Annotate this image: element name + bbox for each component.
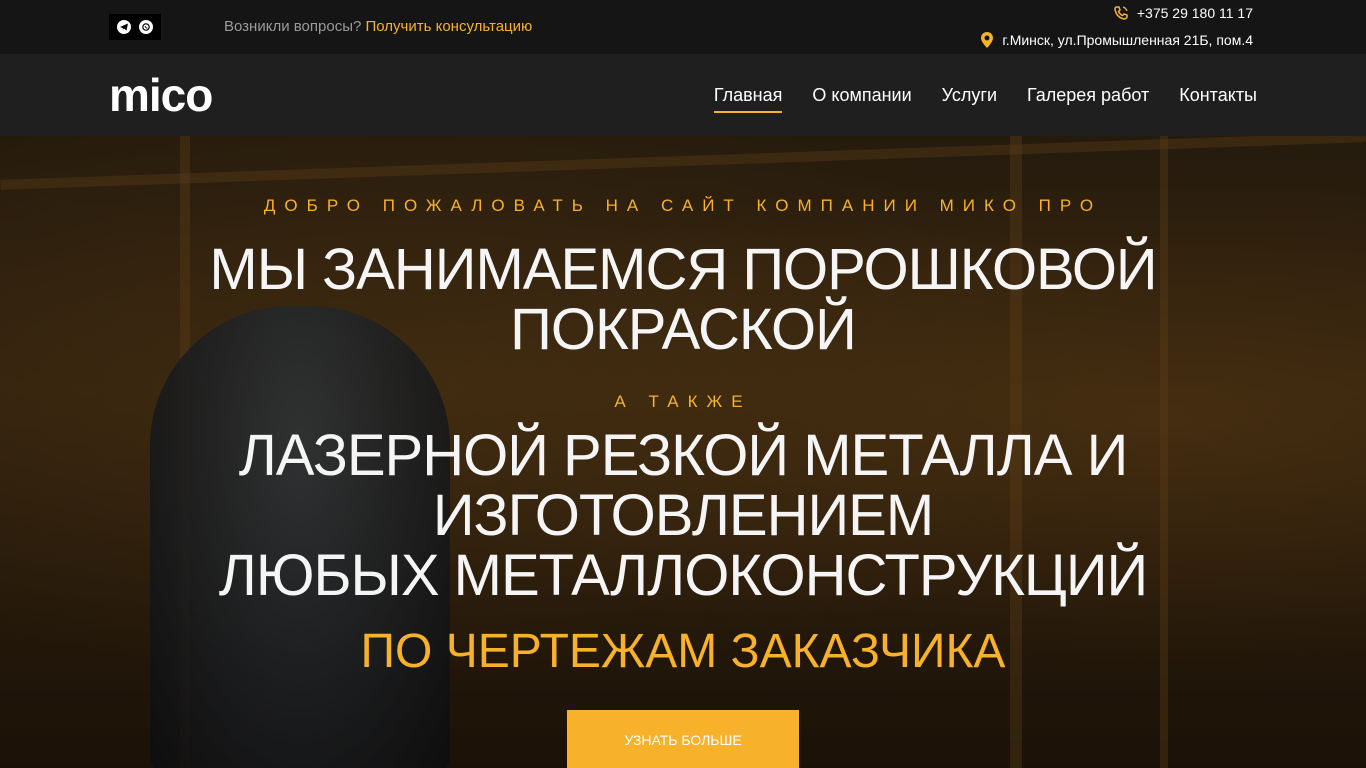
nav-item-gallery[interactable]: Галерея работ xyxy=(1027,85,1149,113)
hero-content: ДОБРО ПОЖАЛОВАТЬ НА САЙТ КОМПАНИИ МИКО П… xyxy=(0,136,1366,768)
nav-item-contacts[interactable]: Контакты xyxy=(1179,85,1257,113)
nav-item-services[interactable]: Услуги xyxy=(942,85,997,113)
hero-headline-1: МЫ ЗАНИМАЕМСЯ ПОРОШКОВОЙ ПОКРАСКОЙ xyxy=(0,240,1366,360)
logo[interactable]: mico xyxy=(109,71,213,119)
question-label: Возникли вопросы? xyxy=(224,18,362,35)
consultation-link[interactable]: Получить консультацию xyxy=(366,18,533,35)
phone-number[interactable]: +375 29 180 11 17 xyxy=(1137,5,1253,21)
hero-headline-2-line-2: ИЗГОТОВЛЕНИЕМ xyxy=(432,483,934,548)
question-text: Возникли вопросы? Получить консультацию xyxy=(224,18,532,35)
hero-subtitle: ДОБРО ПОЖАЛОВАТЬ НА САЙТ КОМПАНИИ МИКО П… xyxy=(263,196,1103,215)
telegram-icon[interactable] xyxy=(117,20,131,34)
main-nav: Главная О компании Услуги Галерея работ … xyxy=(713,85,1257,113)
top-bar: Возникли вопросы? Получить консультацию … xyxy=(0,0,1366,54)
hero-headline-2: ЛАЗЕРНОЙ РЕЗКОЙ МЕТАЛЛА И ИЗГОТОВЛЕНИЕМ … xyxy=(0,426,1366,606)
phone[interactable]: +375 29 180 11 17 xyxy=(1113,5,1253,21)
hero-headline-1-line-1: МЫ ЗАНИМАЕМСЯ ПОРОШКОВОЙ xyxy=(209,237,1157,302)
hero-headline-2-line-3: ЛЮБЫХ МЕТАЛЛОКОНСТРУКЦИЙ xyxy=(218,543,1148,608)
nav-item-home[interactable]: Главная xyxy=(713,85,783,113)
learn-more-button[interactable]: УЗНАТЬ БОЛЬШЕ xyxy=(567,710,799,768)
phone-icon xyxy=(1114,6,1128,20)
main-header: mico Главная О компании Услуги Галерея р… xyxy=(0,54,1366,136)
hero-headline-1-line-2: ПОКРАСКОЙ xyxy=(510,297,857,362)
nav-item-about[interactable]: О компании xyxy=(812,85,911,113)
hero-section: ДОБРО ПОЖАЛОВАТЬ НА САЙТ КОМПАНИИ МИКО П… xyxy=(0,136,1366,768)
viber-icon[interactable] xyxy=(139,20,153,34)
hero-headline-3: ПО ЧЕРТЕЖАМ ЗАКАЗЧИКА xyxy=(360,625,1006,678)
address: г.Минск, ул.Промышленная 21Б, пом.4 xyxy=(980,31,1253,49)
hero-headline-2-line-1: ЛАЗЕРНОЙ РЕЗКОЙ МЕТАЛЛА И xyxy=(238,423,1129,488)
social-links xyxy=(109,14,161,40)
hero-also: А ТАКЖЕ xyxy=(614,392,752,411)
location-pin-icon xyxy=(981,32,994,48)
address-text: г.Минск, ул.Промышленная 21Б, пом.4 xyxy=(1002,32,1253,48)
